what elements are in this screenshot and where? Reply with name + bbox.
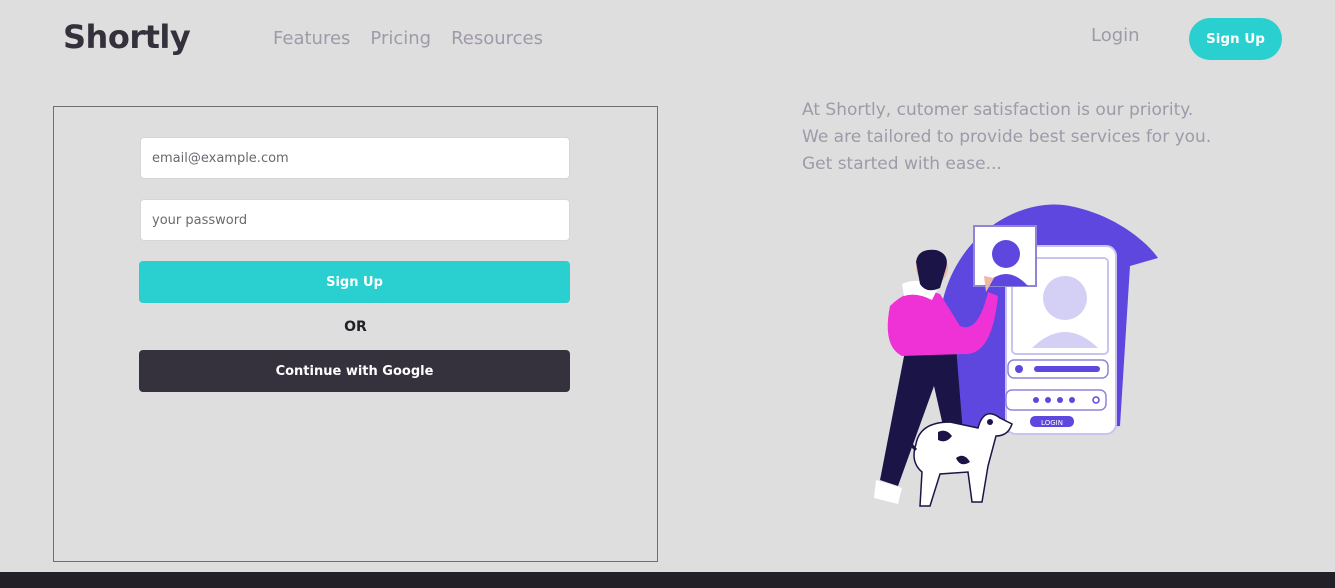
avatar-head [1043,276,1087,320]
nav-features[interactable]: Features [273,28,350,49]
tagline: At Shortly, cutomer satisfaction is our … [802,97,1302,178]
mini-login-label: LOGIN [1041,419,1063,427]
nav-resources[interactable]: Resources [451,28,543,49]
footer-bar [0,572,1335,588]
logo[interactable]: Shortly [63,18,191,56]
signup-form: Sign Up OR Continue with Google [53,106,658,562]
google-signin-button[interactable]: Continue with Google [139,350,570,392]
tagline-line-3: Get started with ease... [802,154,1002,174]
email-input[interactable] [140,137,570,179]
login-illustration: + LOGIN [874,204,1158,507]
signup-button[interactable]: Sign Up [139,261,570,303]
tagline-line-2: We are tailored to provide best services… [802,127,1212,147]
nav-pricing[interactable]: Pricing [370,28,431,49]
main-nav: Features Pricing Resources [273,28,543,49]
password-row [1005,389,1107,411]
header-signup-button[interactable]: Sign Up [1189,18,1282,60]
tagline-line-1: At Shortly, cutomer satisfaction is our … [802,100,1194,120]
login-link[interactable]: Login [1091,25,1140,46]
or-divider: OR [344,319,367,335]
password-input[interactable] [140,199,570,241]
